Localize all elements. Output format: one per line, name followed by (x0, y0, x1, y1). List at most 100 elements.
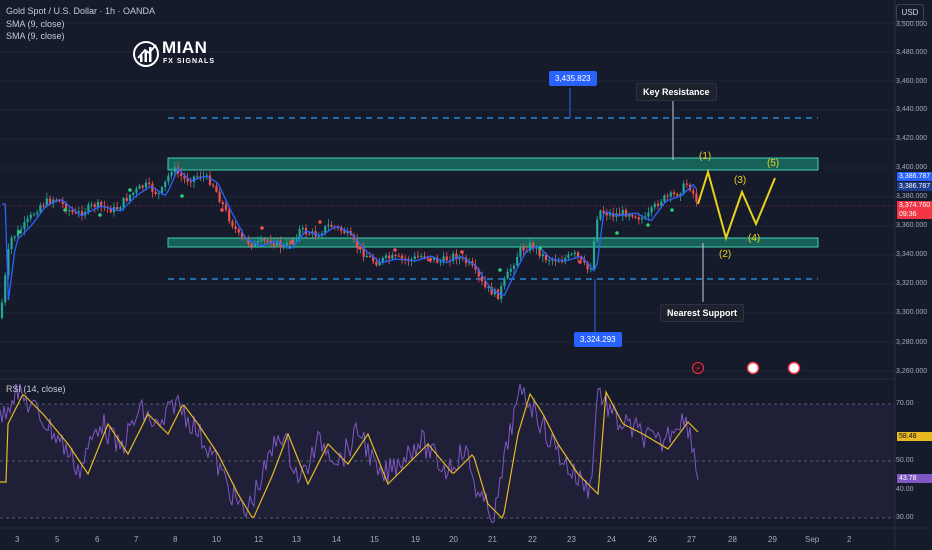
price-axis-label: 3,280.000 (896, 339, 928, 346)
sma-indicator-label[interactable]: SMA (9, close) (6, 19, 65, 29)
candle-body (256, 241, 260, 243)
rsi-ma-tag: 58.48 (897, 432, 932, 441)
candle-body (624, 209, 628, 217)
candle-body (170, 172, 173, 176)
wave-label-3: (3) (734, 175, 747, 186)
candle-body (557, 261, 560, 263)
time-axis-label: 3 (15, 535, 20, 544)
candle-body (77, 211, 80, 213)
resistance-zone (167, 157, 819, 171)
candle-body (29, 214, 32, 219)
time-axis-label: 7 (134, 535, 139, 544)
candle-body (548, 260, 551, 262)
signal-dot (98, 213, 102, 217)
signal-dot (498, 268, 502, 272)
candle-body (215, 185, 218, 192)
price-axis-label: 3,260.000 (896, 368, 928, 375)
candle-body (400, 255, 404, 259)
candle-body (666, 195, 669, 197)
price-chart[interactable]: ⚡ (0, 0, 932, 550)
currency-button[interactable]: USD (896, 4, 924, 22)
time-axis-label: 28 (728, 535, 737, 544)
sma-price-tag: 3,386.787 (897, 172, 932, 181)
candle-body (45, 198, 48, 206)
time-axis-label: 22 (528, 535, 537, 544)
countdown-tag: 09:36 (897, 210, 932, 219)
us-flag-event-icon[interactable] (746, 361, 760, 375)
candle-body (631, 214, 634, 217)
candle-body (519, 246, 522, 257)
rsi-axis-label: 50.00 (896, 457, 914, 464)
candle-body (272, 243, 276, 246)
candle-body (365, 256, 368, 258)
candle-body (522, 246, 525, 251)
candle-body (128, 194, 132, 201)
sma-line (2, 167, 697, 301)
wave-label-1: (1) (699, 151, 712, 162)
candle-body (295, 238, 298, 240)
candle-body (164, 181, 167, 188)
candle-body (4, 275, 7, 303)
rsi-indicator-label[interactable]: RSI (14, close) (6, 384, 66, 394)
signal-dot (460, 250, 464, 254)
candle-body (573, 252, 576, 255)
price-axis-label: 3,360.000 (896, 222, 928, 229)
candle-body (26, 218, 29, 223)
rsi-axis-label: 70.00 (896, 400, 914, 407)
candle-body (234, 226, 237, 230)
candle-body (605, 213, 608, 216)
signal-dot (290, 240, 294, 244)
candle-body (116, 206, 119, 210)
candle-body (381, 257, 384, 263)
candle-body (599, 210, 602, 220)
candle-body (512, 265, 516, 269)
candle-body (413, 256, 416, 260)
candle-body (420, 256, 423, 258)
time-axis-label: 29 (768, 535, 777, 544)
candle-body (144, 182, 148, 188)
candle-body (189, 181, 192, 183)
candle-body (173, 167, 176, 173)
candle-body (221, 202, 224, 205)
price-axis-label: 3,300.000 (896, 309, 928, 316)
time-axis-label: 5 (55, 535, 60, 544)
price-axis-label: 3,440.000 (896, 106, 928, 113)
signal-dot (180, 194, 184, 198)
candle-body (672, 192, 676, 195)
candle-body (180, 173, 183, 177)
candle-body (0, 302, 4, 318)
candle-body (71, 210, 74, 213)
candle-body (516, 256, 519, 266)
time-axis-label: 12 (254, 535, 263, 544)
rsi-axis-label: 40.00 (896, 486, 914, 493)
candle-body (388, 255, 391, 259)
candle-body (132, 192, 135, 195)
candle-body (560, 261, 564, 263)
candle-body (637, 217, 640, 220)
time-axis-label: 6 (95, 535, 100, 544)
sma-indicator-label[interactable]: SMA (9, close) (6, 31, 65, 41)
candle-body (368, 256, 372, 258)
candle-body (650, 207, 653, 213)
candle-body (676, 194, 679, 196)
candle-body (567, 254, 570, 259)
candle-body (36, 212, 39, 215)
candle-body (541, 254, 544, 257)
signal-dot (63, 208, 67, 212)
us-flag-event-icon[interactable] (787, 361, 801, 375)
candle-body (663, 195, 666, 202)
nearest-support-label: Nearest Support (660, 304, 745, 322)
candle-body (298, 229, 301, 239)
candle-body (496, 289, 500, 299)
candle-body (375, 261, 378, 266)
candle-body (93, 204, 96, 207)
symbol-title[interactable]: Gold Spot / U.S. Dollar · 1h · OANDA (6, 6, 155, 16)
candle-body (343, 230, 346, 234)
logo-name: MIAN (162, 38, 208, 57)
lightning-glyph-icon: ⚡ (696, 365, 701, 373)
price-axis-label: 3,400.000 (896, 164, 928, 171)
candle-body (231, 221, 234, 227)
time-axis-label: 19 (411, 535, 420, 544)
candle-body (237, 229, 240, 233)
candle-body (87, 204, 90, 212)
